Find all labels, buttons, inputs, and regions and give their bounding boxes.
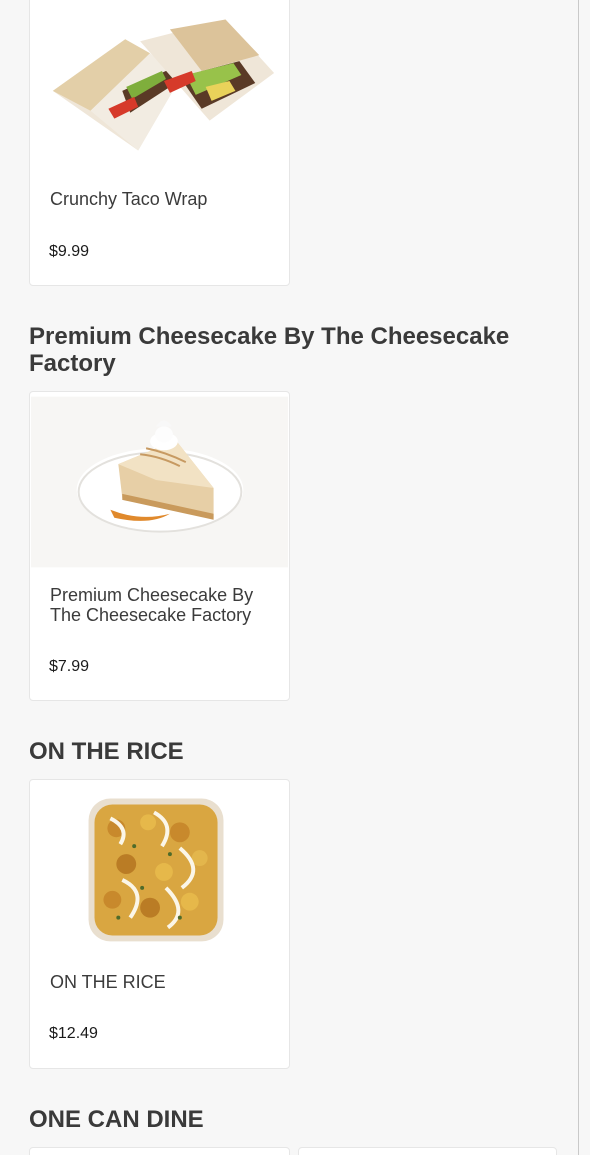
item-price: $9.99: [49, 243, 90, 260]
cheesecake-image: [31, 396, 288, 568]
item-price: $12.49: [49, 1025, 98, 1042]
menu-item-card[interactable]: [29, 1147, 290, 1155]
section-title: Premium Cheesecake By The Cheesecake Fac…: [29, 323, 510, 377]
taco-wrap-image: [31, 0, 288, 166]
item-name: Premium Cheesecake By The Cheesecake Fac…: [50, 585, 254, 625]
menu-page: Crunchy Taco Wrap $9.99 Premium Cheeseca…: [0, 0, 590, 1155]
rice-bowl-image: [31, 788, 288, 948]
menu-item-card[interactable]: Crunchy Taco Wrap $9.99: [29, 0, 290, 286]
section-title: ON THE RICE: [29, 738, 184, 765]
page-divider: [578, 0, 579, 1155]
item-name: Crunchy Taco Wrap: [50, 189, 208, 209]
menu-item-card[interactable]: Premium Cheesecake By The Cheesecake Fac…: [29, 391, 290, 701]
menu-item-card[interactable]: ON THE RICE $12.49: [29, 779, 290, 1069]
item-name: ON THE RICE: [50, 972, 166, 992]
item-price: $7.99: [49, 658, 90, 675]
menu-item-card[interactable]: [298, 1147, 557, 1155]
section-title: ONE CAN DINE: [29, 1106, 204, 1133]
